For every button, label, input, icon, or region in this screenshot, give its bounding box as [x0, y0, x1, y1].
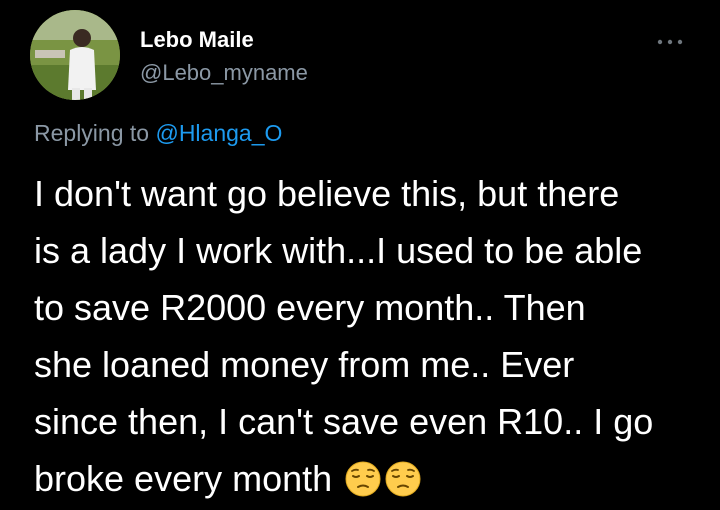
profile-photo-icon [30, 10, 120, 100]
tweet: Lebo Maile @Lebo_myname Replying to @Hla… [0, 0, 720, 510]
tweet-line: broke every month [34, 458, 333, 499]
avatar[interactable] [30, 10, 120, 100]
display-name[interactable]: Lebo Maile [140, 27, 254, 53]
tweet-line: is a lady I work with...I used to be abl… [34, 230, 643, 271]
pensive-face-icon [384, 460, 422, 498]
more-options-button[interactable] [652, 32, 688, 52]
user-handle[interactable]: @Lebo_myname [140, 60, 308, 86]
replying-to: Replying to @Hlanga_O [34, 120, 282, 147]
mention-link[interactable]: @Hlanga_O [155, 120, 282, 146]
tweet-line: I don't want go believe this, but there [34, 173, 620, 214]
tweet-line-last: broke every month [34, 450, 709, 507]
tweet-line: since then, I can't save even R10.. I go [34, 401, 654, 442]
pensive-face-icon [344, 460, 382, 498]
tweet-line: to save R2000 every month.. Then [34, 287, 586, 328]
tweet-line: she loaned money from me.. Ever [34, 344, 575, 385]
tweet-text: I don't want go believe this, but there … [34, 165, 709, 507]
more-options-icon [657, 39, 683, 45]
replying-to-label: Replying to [34, 120, 150, 146]
